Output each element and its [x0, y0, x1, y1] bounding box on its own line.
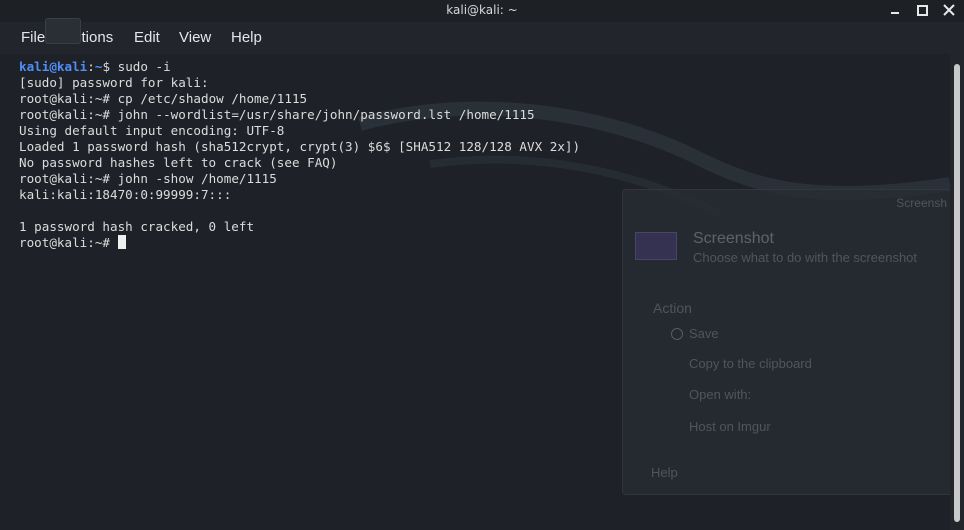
- terminal-line: kali@kali:~$ sudo -i: [19, 59, 580, 75]
- ghost-option: Copy to the clipboard: [689, 356, 812, 371]
- ghost-help: Help: [651, 465, 678, 480]
- ghost-section: Action: [653, 300, 692, 316]
- command-text: john -show /home/1115: [110, 171, 277, 186]
- terminal-line: root@kali:~# john --wordlist=/usr/share/…: [19, 107, 580, 123]
- terminal-line: root@kali:~# john -show /home/1115: [19, 171, 580, 187]
- window-title: kali@kali: ~: [446, 3, 518, 17]
- terminal-line: root@kali:~#: [19, 235, 580, 251]
- terminal-line: 1 password hash cracked, 0 left: [19, 219, 255, 234]
- terminal-line: root@kali:~# cp /etc/shadow /home/1115: [19, 91, 580, 107]
- title-bar: kali@kali: ~: [0, 0, 964, 22]
- prompt-symbol: $: [102, 59, 111, 74]
- root-prompt: root@kali:~#: [19, 235, 110, 250]
- menu-view[interactable]: View: [179, 29, 211, 46]
- ghost-option: Host on Imgur: [689, 419, 771, 434]
- close-icon: [943, 4, 955, 16]
- command-text: john --wordlist=/usr/share/john/password…: [110, 107, 535, 122]
- command-text: [110, 235, 118, 250]
- scroll-thumb[interactable]: [954, 64, 960, 522]
- command-text: sudo -i: [110, 59, 171, 74]
- terminal-line: [sudo] password for kali:: [19, 75, 209, 90]
- terminal-scrollbar[interactable]: [950, 54, 964, 530]
- minimize-button[interactable]: [888, 3, 902, 17]
- radio-icon: [671, 328, 683, 340]
- screenshot-thumbnail: [635, 232, 677, 260]
- maximize-button[interactable]: [915, 3, 929, 17]
- root-prompt: root@kali:~#: [19, 107, 110, 122]
- text-cursor: [117, 235, 126, 249]
- terminal-area[interactable]: Screensh Screenshot Choose what to do wi…: [0, 54, 950, 530]
- command-text: cp /etc/shadow /home/1115: [110, 91, 308, 106]
- terminal-line: kali:kali:18470:0:99999:7:::: [19, 187, 232, 202]
- terminal-line: Using default input encoding: UTF-8: [19, 123, 285, 138]
- ghost-option: Save: [689, 326, 719, 341]
- ghost-option: Open with:: [689, 387, 752, 402]
- root-prompt: root@kali:~#: [19, 171, 110, 186]
- background-app-icon: [45, 18, 81, 44]
- menu-bar: File Actions Edit View Help: [0, 22, 964, 54]
- prompt-separator: :: [87, 59, 95, 74]
- ghost-subtitle: Choose what to do with the screenshot: [693, 250, 918, 265]
- root-prompt: root@kali:~#: [19, 91, 110, 106]
- window-controls: [888, 3, 956, 17]
- terminal-output[interactable]: kali@kali:~$ sudo -i [sudo] password for …: [19, 59, 580, 251]
- screenshot-dialog-ghost: Screensh Screenshot Choose what to do wi…: [622, 189, 950, 495]
- menu-file[interactable]: File: [21, 29, 45, 46]
- ghost-title: Screenshot: [693, 230, 774, 247]
- ghost-corner-text: Screensh: [896, 196, 947, 210]
- terminal-line: Loaded 1 password hash (sha512crypt, cry…: [19, 139, 581, 154]
- terminal-line: No password hashes left to crack (see FA…: [19, 155, 338, 170]
- menu-edit[interactable]: Edit: [134, 29, 160, 46]
- menu-help[interactable]: Help: [231, 29, 262, 46]
- prompt-user: kali@kali: [19, 59, 88, 74]
- close-button[interactable]: [942, 3, 956, 17]
